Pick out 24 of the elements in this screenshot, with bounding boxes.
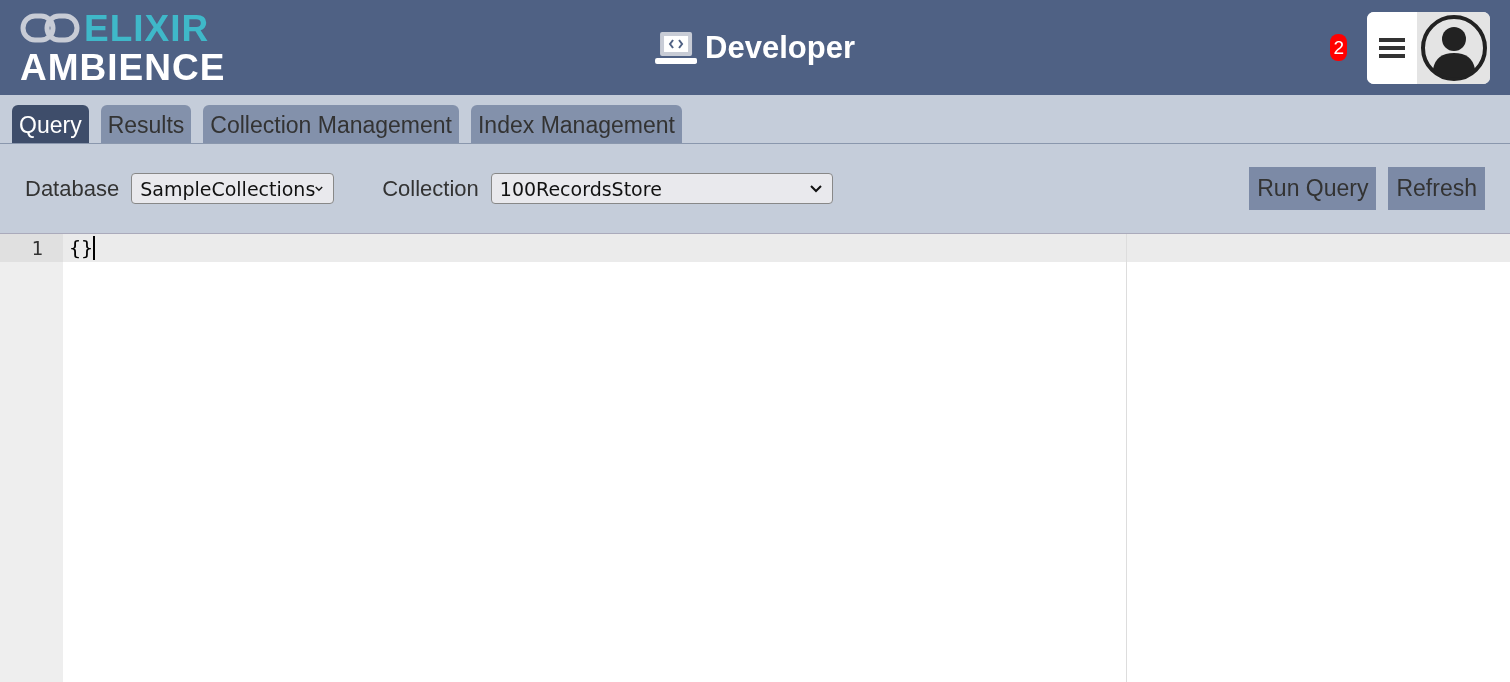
caret-icon [315, 184, 324, 193]
database-label: Database [25, 175, 120, 202]
notification-badge[interactable]: 2 [1330, 34, 1347, 61]
logo-text: ELIXIR [84, 9, 210, 47]
page-title: Developer [705, 29, 855, 66]
tab[interactable]: Query [12, 105, 89, 143]
text-cursor [93, 236, 96, 260]
code-line[interactable]: {} [69, 234, 94, 262]
line-number: 1 [0, 234, 63, 262]
collection-label: Collection [382, 175, 479, 202]
collection-select[interactable]: 100RecordsStore [490, 173, 833, 204]
database-select[interactable]: SampleCollections [131, 173, 335, 204]
tab[interactable]: Results [100, 105, 192, 143]
logo-rings-icon [20, 12, 80, 44]
user-avatar[interactable] [1417, 11, 1490, 84]
tab[interactable]: Collection Management [203, 105, 459, 143]
menu-icon [1379, 36, 1405, 59]
toolbar-button[interactable]: Run Query [1249, 167, 1377, 210]
caret-icon [809, 184, 822, 193]
toolbar-button[interactable]: Refresh [1388, 167, 1485, 210]
user-silhouette-icon [1419, 13, 1488, 82]
logo-text: AMBIENCE [20, 48, 226, 86]
tab[interactable]: Index Management [471, 105, 682, 143]
laptop-code-icon [655, 29, 698, 66]
